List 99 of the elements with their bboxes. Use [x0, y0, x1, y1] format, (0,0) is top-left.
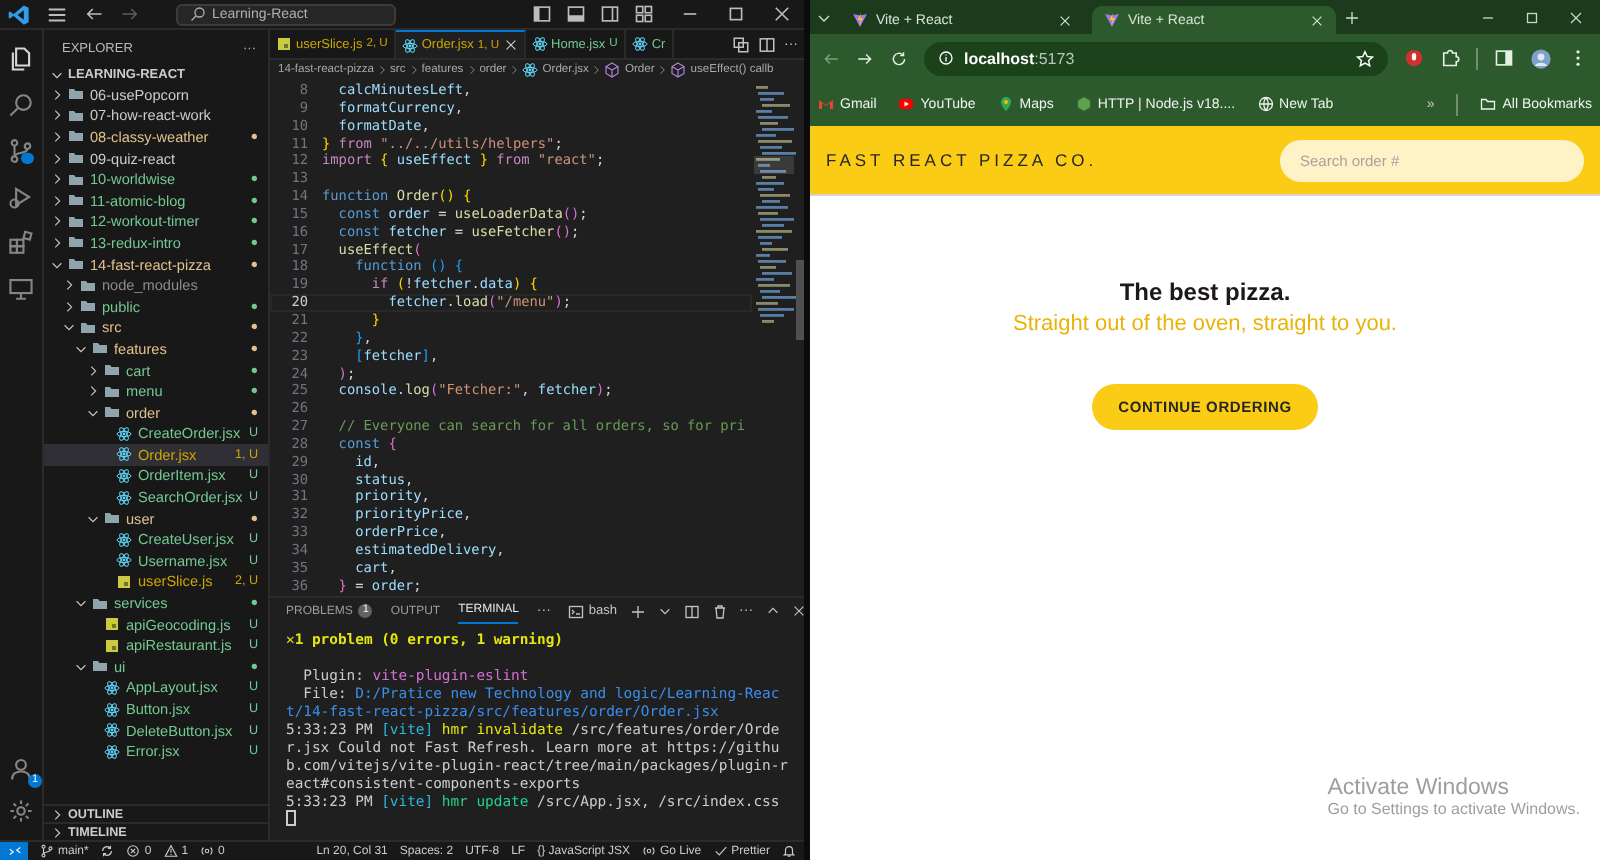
- new-tab-icon[interactable]: [1344, 9, 1360, 25]
- close-icon[interactable]: [772, 4, 792, 24]
- react-file-icon: [116, 552, 132, 569]
- folder-icon: [1480, 96, 1497, 112]
- search-icon: [190, 6, 206, 22]
- back-arrow-icon[interactable]: [84, 4, 104, 24]
- react-file-icon: [116, 489, 132, 506]
- close-icon[interactable]: [503, 38, 518, 52]
- breadcrumb-separator-icon: [508, 64, 521, 76]
- terminal-cursor: [286, 810, 296, 826]
- split-terminal-icon[interactable]: [683, 603, 700, 619]
- activation-notice-title: Activate Windows: [1327, 776, 1511, 800]
- breadcrumb-separator-icon: [590, 64, 603, 76]
- cube-icon: [604, 62, 621, 78]
- chevron-up-icon[interactable]: [765, 604, 780, 618]
- account-icon[interactable]: [8, 756, 34, 782]
- close-icon[interactable]: [1310, 13, 1324, 27]
- broadcast-icon: [641, 844, 656, 858]
- chevron-down-icon[interactable]: [657, 604, 672, 618]
- folder-icon: [104, 510, 120, 527]
- source-control-icon[interactable]: [8, 138, 34, 164]
- js-file-icon: [116, 573, 132, 590]
- react-file-icon: [522, 62, 539, 78]
- menu-icon[interactable]: [46, 3, 68, 25]
- compare-icon[interactable]: [732, 35, 750, 53]
- breadcrumb-separator-icon: [465, 64, 478, 76]
- run-debug-icon[interactable]: [8, 184, 34, 210]
- map-pin-icon: [997, 96, 1014, 112]
- branch-icon: [40, 844, 54, 858]
- star-icon[interactable]: [1356, 49, 1374, 67]
- react-file-icon: [116, 467, 132, 484]
- lightning-logo-icon: [1104, 12, 1120, 28]
- extensions-icon[interactable]: [8, 230, 34, 256]
- scrollbar-thumb[interactable]: [796, 260, 804, 340]
- extension-icon[interactable]: [1404, 48, 1424, 68]
- trash-icon[interactable]: [711, 603, 728, 619]
- react-file-icon: [116, 446, 132, 463]
- lightning-logo-icon: [852, 12, 868, 28]
- play-icon: [898, 96, 915, 112]
- plus-icon[interactable]: [629, 603, 646, 619]
- error-icon: [126, 844, 141, 858]
- close-icon[interactable]: [1568, 9, 1584, 25]
- breadcrumb-separator-icon: [376, 64, 389, 76]
- hero-heading: The best pizza.: [1119, 278, 1291, 306]
- js-file-icon: [104, 637, 120, 654]
- reload-icon[interactable]: [890, 49, 908, 67]
- hexagon-icon: [1075, 96, 1092, 112]
- sidebar-toggle-icon[interactable]: [532, 4, 552, 24]
- js-file-icon: [104, 616, 120, 633]
- cube-icon: [670, 62, 687, 78]
- mail-icon: [818, 96, 834, 112]
- react-file-icon: [104, 722, 120, 739]
- avatar-icon[interactable]: [1530, 47, 1552, 69]
- react-file-icon: [104, 743, 120, 760]
- react-file-icon: [401, 37, 418, 53]
- warning-icon: [163, 844, 178, 858]
- maximize-icon[interactable]: [1524, 9, 1540, 25]
- react-file-icon: [104, 701, 120, 718]
- remote-icon: [7, 844, 21, 858]
- breadcrumb-separator-icon: [656, 64, 669, 76]
- settings-icon[interactable]: [8, 798, 34, 824]
- react-file-icon: [116, 425, 132, 442]
- activation-notice-text: Go to Settings to activate Windows.: [1327, 800, 1580, 818]
- app-logo-icon: [8, 3, 30, 25]
- url-text: localhost:5173: [964, 49, 1075, 67]
- side-panel-icon[interactable]: [1494, 48, 1514, 68]
- forward-arrow-icon[interactable]: [856, 49, 874, 67]
- files-icon[interactable]: [8, 46, 34, 72]
- panel-toggle-icon[interactable]: [566, 4, 586, 24]
- close-icon[interactable]: [791, 604, 806, 618]
- chevron-down-icon: [50, 67, 64, 81]
- close-icon[interactable]: [1058, 13, 1072, 27]
- forward-arrow-icon[interactable]: [120, 4, 140, 24]
- maximize-icon[interactable]: [726, 4, 746, 24]
- antenna-icon: [200, 844, 215, 858]
- globe-icon: [1257, 96, 1274, 112]
- react-file-icon: [531, 36, 548, 52]
- puzzle-icon[interactable]: [1440, 48, 1460, 68]
- address-bar[interactable]: localhost:5173: [924, 41, 1388, 75]
- info-icon: [938, 50, 954, 66]
- folder-icon: [92, 658, 108, 675]
- terminal-icon: [568, 603, 585, 619]
- secondary-sidebar-icon[interactable]: [600, 4, 620, 24]
- search-icon[interactable]: [8, 92, 34, 118]
- remote-button[interactable]: [0, 842, 28, 860]
- breadcrumb-separator-icon: [407, 64, 420, 76]
- folder-icon: [92, 595, 108, 612]
- layout-icon[interactable]: [634, 4, 654, 24]
- remote-explorer-icon[interactable]: [8, 276, 34, 302]
- react-file-icon: [116, 531, 132, 548]
- bell-icon[interactable]: [782, 844, 796, 858]
- react-file-icon: [104, 679, 120, 696]
- hero-subheading: Straight out of the oven, straight to you.: [1012, 312, 1397, 336]
- check-icon: [713, 844, 728, 858]
- sync-icon[interactable]: [100, 844, 115, 858]
- react-file-icon: [631, 36, 648, 52]
- split-editor-icon[interactable]: [758, 35, 776, 53]
- js-file-icon: [276, 36, 292, 52]
- site-logo-link[interactable]: FAST REACT PIZZA CO.: [826, 150, 1098, 170]
